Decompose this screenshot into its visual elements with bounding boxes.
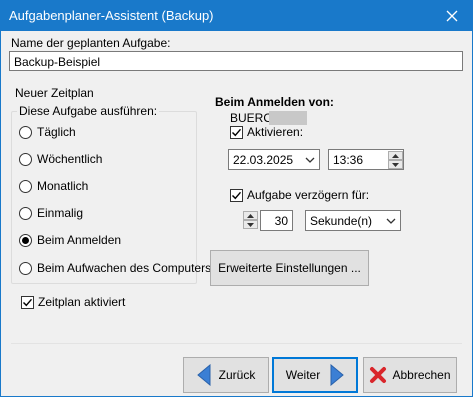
delay-value-input[interactable]: 30 — [260, 210, 293, 231]
task-name-input[interactable]: Backup-Beispiel — [9, 51, 463, 71]
delay-value: 30 — [274, 214, 288, 228]
activate-box[interactable] — [230, 125, 243, 139]
activate-checkbox[interactable]: Aktivieren: — [230, 125, 303, 139]
time-down-button[interactable] — [388, 160, 403, 169]
back-label: Zurück — [218, 368, 256, 382]
time-input[interactable]: 13:36 — [328, 149, 404, 170]
close-icon — [446, 10, 458, 22]
red-x-icon — [370, 367, 387, 383]
advanced-settings-label: Erweiterte Einstellungen ... — [218, 261, 361, 275]
radio-weekly-label: Wöchentlich — [37, 152, 103, 166]
delay-down-button[interactable] — [243, 220, 258, 229]
next-button[interactable]: Weiter — [272, 357, 358, 393]
delay-up-button[interactable] — [243, 211, 258, 220]
triangle-up-icon — [247, 213, 254, 218]
radio-monthly-circle[interactable] — [19, 179, 32, 193]
radio-daily[interactable]: Täglich — [19, 125, 76, 139]
cancel-label: Abbrechen — [392, 368, 451, 382]
logon-heading: Beim Anmelden von: — [215, 95, 334, 109]
activate-label: Aktivieren: — [247, 125, 304, 139]
redacted-username — [269, 111, 307, 125]
radio-monthly[interactable]: Monatlich — [19, 179, 88, 193]
radio-once-circle[interactable] — [19, 206, 32, 220]
title-bar[interactable]: Aufgabenplaner-Assistent (Backup) — [1, 1, 472, 31]
radio-at-logon-circle[interactable] — [19, 233, 32, 247]
task-name-value: Backup-Beispiel — [14, 55, 101, 69]
checkmark-icon — [232, 191, 242, 199]
delay-box[interactable] — [230, 188, 243, 202]
radio-on-wake[interactable]: Beim Aufwachen des Computers — [19, 261, 211, 275]
radio-once[interactable]: Einmalig — [19, 206, 83, 220]
window-title: Aufgabenplaner-Assistent (Backup) — [9, 8, 214, 23]
delay-spinner[interactable] — [243, 211, 258, 229]
advanced-settings-button[interactable]: Erweiterte Einstellungen ... — [210, 250, 369, 286]
radio-weekly[interactable]: Wöchentlich — [19, 152, 102, 166]
date-picker[interactable]: 22.03.2025 — [228, 149, 320, 170]
back-button[interactable]: Zurück — [183, 357, 269, 393]
close-button[interactable] — [432, 1, 472, 31]
triangle-down-icon — [247, 222, 254, 227]
footer-divider — [11, 343, 462, 344]
radio-daily-circle[interactable] — [19, 125, 32, 139]
schedule-enabled-label: Zeitplan aktiviert — [38, 295, 126, 309]
radio-on-wake-label: Beim Aufwachen des Computers — [37, 261, 212, 275]
triangle-down-icon — [392, 162, 399, 167]
radio-at-logon-label: Beim Anmelden — [37, 233, 122, 247]
arrow-left-icon — [196, 364, 211, 386]
date-value: 22.03.2025 — [233, 153, 294, 167]
run-task-group-label: Diese Aufgabe ausführen: — [17, 104, 160, 118]
delay-unit-value: Sekunde(n) — [310, 214, 373, 228]
schedule-heading: Neuer Zeitplan — [15, 86, 94, 100]
arrow-right-icon — [330, 364, 344, 386]
checkmark-icon — [232, 128, 242, 136]
chevron-down-icon[interactable] — [305, 156, 315, 164]
checkmark-icon — [23, 298, 33, 306]
radio-daily-label: Täglich — [37, 125, 76, 139]
schedule-enabled-checkbox[interactable]: Zeitplan aktiviert — [21, 295, 125, 309]
delay-label: Aufgabe verzögern für: — [247, 188, 370, 202]
next-label: Weiter — [285, 368, 321, 382]
radio-once-label: Einmalig — [37, 206, 84, 220]
radio-monthly-label: Monatlich — [37, 179, 89, 193]
time-up-button[interactable] — [388, 151, 403, 160]
chevron-down-icon[interactable] — [386, 217, 396, 225]
wizard-window: Aufgabenplaner-Assistent (Backup) Name d… — [0, 0, 473, 397]
radio-on-wake-circle[interactable] — [19, 261, 32, 275]
time-value: 13:36 — [333, 153, 364, 167]
task-name-label: Name der geplanten Aufgabe: — [11, 36, 171, 50]
radio-at-logon[interactable]: Beim Anmelden — [19, 233, 121, 247]
schedule-enabled-box[interactable] — [21, 295, 34, 309]
delay-unit-select[interactable]: Sekunde(n) — [305, 210, 401, 231]
radio-weekly-circle[interactable] — [19, 152, 32, 166]
time-spinner[interactable] — [388, 151, 403, 169]
cancel-button[interactable]: Abbrechen — [363, 357, 457, 393]
delay-checkbox[interactable]: Aufgabe verzögern für: — [230, 188, 369, 202]
triangle-up-icon — [392, 153, 399, 158]
